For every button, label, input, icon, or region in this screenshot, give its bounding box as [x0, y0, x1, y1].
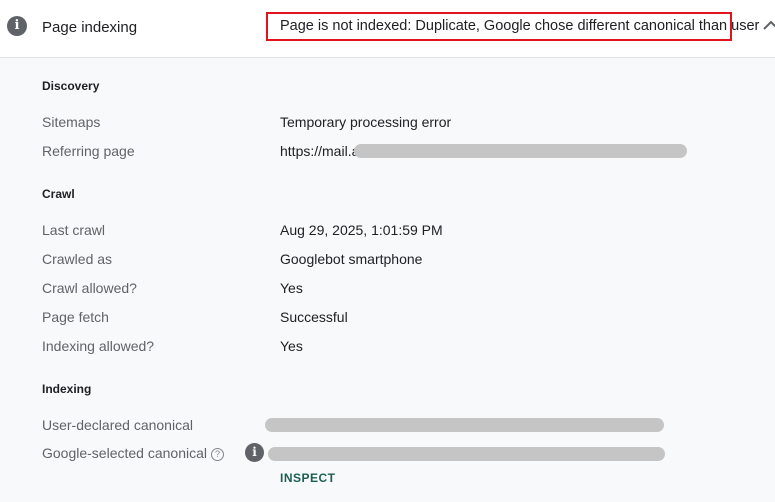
last-crawl-label: Last crawl	[42, 222, 106, 238]
info-icon[interactable]: i	[245, 443, 264, 462]
indexing-allowed-label: Indexing allowed?	[42, 338, 155, 354]
sitemaps-label: Sitemaps	[42, 114, 101, 130]
page-indexing-header[interactable]: i Page indexing Page is not indexed: Dup…	[0, 0, 775, 58]
last-crawl-value: Aug 29, 2025, 1:01:59 PM	[280, 222, 443, 238]
chevron-up-icon[interactable]	[762, 19, 775, 31]
page-indexing-title: Page indexing	[42, 19, 138, 36]
sitemaps-value: Temporary processing error	[280, 114, 452, 130]
indexing-allowed-value: Yes	[280, 338, 303, 354]
google-selected-canonical-label: Google-selected canonical?	[42, 445, 224, 461]
discovery-heading: Discovery	[42, 79, 100, 93]
page-fetch-label: Page fetch	[42, 309, 109, 325]
referring-page-label: Referring page	[42, 143, 135, 159]
info-icon: i	[7, 16, 27, 36]
redacted-google-canonical	[268, 447, 665, 461]
redacted-user-canonical	[265, 418, 664, 432]
referring-page-value[interactable]: https://mail.a	[280, 143, 359, 159]
crawl-heading: Crawl	[42, 187, 75, 201]
indexing-status-highlight: Page is not indexed: Duplicate, Google c…	[266, 12, 759, 41]
crawled-as-value: Googlebot smartphone	[280, 251, 423, 267]
page-fetch-value: Successful	[280, 309, 348, 325]
inspect-button[interactable]: INSPECT	[280, 471, 336, 485]
help-icon[interactable]: ?	[211, 448, 224, 461]
crawl-allowed-label: Crawl allowed?	[42, 280, 137, 296]
crawled-as-label: Crawled as	[42, 251, 113, 267]
user-declared-canonical-label: User-declared canonical	[42, 417, 193, 433]
indexing-heading: Indexing	[42, 382, 92, 396]
redacted-referring-url	[354, 144, 687, 158]
google-canonical-label-text: Google-selected canonical	[42, 445, 207, 461]
crawl-allowed-value: Yes	[280, 280, 303, 296]
